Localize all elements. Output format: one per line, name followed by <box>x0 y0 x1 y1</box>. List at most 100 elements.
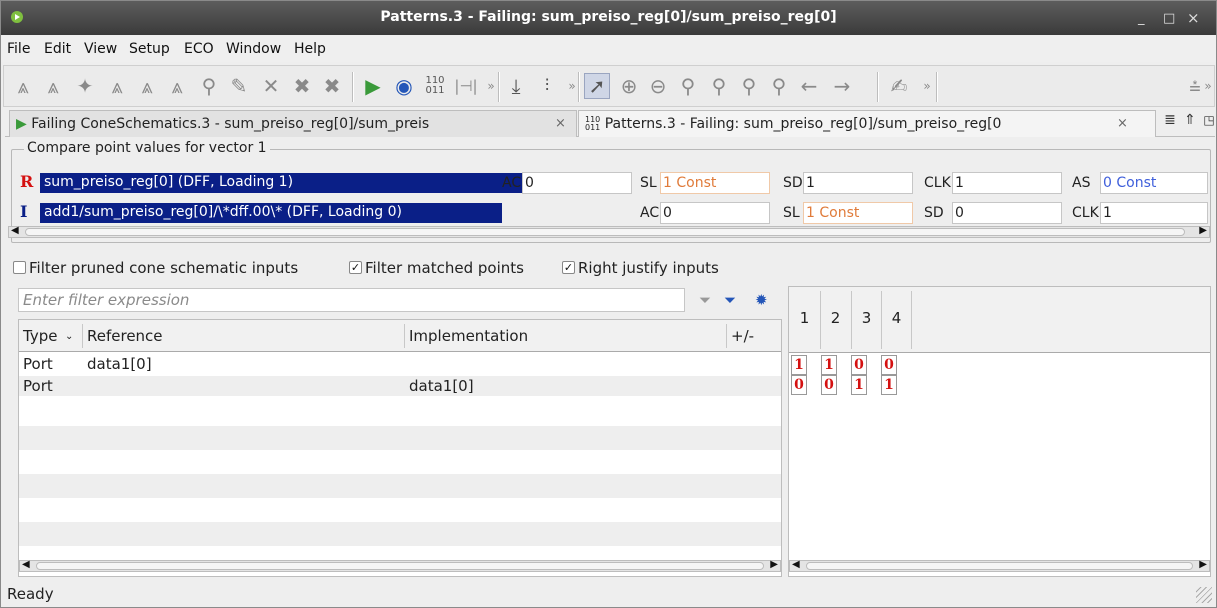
binoculars-icon[interactable]: ⚲ <box>196 73 222 99</box>
menu-view[interactable]: View <box>84 41 117 57</box>
vector-cell[interactable]: 1 <box>881 375 897 395</box>
vector-cell[interactable]: 1 <box>851 375 867 395</box>
implementation-badge: I <box>20 202 28 221</box>
table-scrollbar[interactable]: ◀ ▶ <box>19 559 781 572</box>
resize-grip-icon[interactable] <box>1196 587 1212 603</box>
pin-icon[interactable]: ✍ <box>886 73 912 99</box>
tab-bar: ▶ Failing ConeSchematics.3 - sum_preiso_… <box>5 109 1215 137</box>
zoom-in-icon[interactable]: ⊕ <box>616 73 642 99</box>
vector-column-2[interactable]: 2 <box>820 309 851 327</box>
run-icon[interactable]: ▶ <box>360 73 386 99</box>
right-justify-checkbox[interactable]: ✓ <box>562 261 575 274</box>
menu-bar: File Edit View Setup ECO Window Help <box>1 36 1216 62</box>
tab-label: Failing ConeSchematics.3 - sum_preiso_re… <box>31 116 430 132</box>
find-next-icon[interactable]: ⩓ <box>40 73 66 99</box>
menu-eco[interactable]: ECO <box>184 41 214 57</box>
back-icon[interactable]: ← <box>796 73 822 99</box>
filter-icon[interactable]: ⏷ <box>724 291 736 309</box>
column-plusminus[interactable]: +/- <box>731 327 754 345</box>
application-window: Patterns.3 - Failing: sum_preiso_reg[0]/… <box>0 0 1217 608</box>
zoom-icon[interactable]: ◉ <box>391 73 417 99</box>
clear-filter-icon[interactable]: ⏷ <box>699 291 711 309</box>
find-prev-icon[interactable]: ⩓ <box>104 73 130 99</box>
bracket-icon[interactable]: |⊣| <box>453 73 479 99</box>
implementation-signal[interactable]: add1/sum_preiso_reg[0]/\*dff.00\* (DFF, … <box>40 203 502 223</box>
vector-column-3[interactable]: 3 <box>851 309 882 327</box>
zoom-area-icon[interactable]: ⚲ <box>706 73 732 99</box>
more-icon[interactable]: » <box>478 73 504 99</box>
forward-icon[interactable]: → <box>829 73 855 99</box>
undock-icon[interactable]: ⇑ <box>1181 110 1199 130</box>
scroll-left-icon[interactable]: ◀ <box>792 559 800 570</box>
minimize-button[interactable]: _ <box>1138 11 1145 26</box>
filter-matched-checkbox[interactable]: ✓ <box>349 261 362 274</box>
impl-clk-label: CLK <box>1072 205 1099 221</box>
tab-failing-coneschematics[interactable]: ▶ Failing ConeSchematics.3 - sum_preiso_… <box>9 110 577 137</box>
filter-pruned-checkbox[interactable] <box>13 261 26 274</box>
scroll-right-icon[interactable]: ▶ <box>1199 225 1207 236</box>
vector-column-4[interactable]: 4 <box>881 309 912 327</box>
sort-icon[interactable]: ⤓ <box>503 73 529 99</box>
highlight-icon[interactable]: ✦ <box>72 73 98 99</box>
ref-sl-label: SL <box>640 175 657 191</box>
scroll-left-icon[interactable]: ◀ <box>22 559 30 570</box>
more-icon[interactable]: » <box>559 73 585 99</box>
binary-icon[interactable]: 110 011 <box>422 73 448 99</box>
vector-cell[interactable]: 1 <box>821 355 837 375</box>
menu-help[interactable]: Help <box>294 41 326 57</box>
chevron-down-icon[interactable]: ⌄ <box>65 331 73 342</box>
clear-icon[interactable]: ✖ <box>319 73 345 99</box>
reference-signal[interactable]: sum_preiso_reg[0] (DFF, Loading 1) <box>40 173 522 193</box>
column-separator <box>82 324 83 348</box>
column-reference[interactable]: Reference <box>87 327 163 345</box>
scroll-right-icon[interactable]: ▶ <box>1199 559 1207 570</box>
delete-icon[interactable]: ✖ <box>289 73 315 99</box>
float-icon[interactable]: ◳ <box>1200 110 1217 130</box>
menu-setup[interactable]: Setup <box>129 41 170 57</box>
menu-file[interactable]: File <box>7 41 30 57</box>
edit-icon[interactable]: ✎ <box>226 73 252 99</box>
scroll-right-icon[interactable]: ▶ <box>770 559 778 570</box>
vector-cell[interactable]: 0 <box>821 375 837 395</box>
zoom-next-icon[interactable]: ⚲ <box>766 73 792 99</box>
close-icon[interactable]: × <box>555 116 566 131</box>
list-icon[interactable]: ≣ <box>1161 110 1179 130</box>
table-row[interactable]: Port data1[0] <box>19 376 781 396</box>
close-window-button[interactable]: × <box>1187 9 1200 27</box>
menu-edit[interactable]: Edit <box>44 41 71 57</box>
vector-cell[interactable]: 0 <box>881 355 897 375</box>
window-title: Patterns.3 - Failing: sum_preiso_reg[0]/… <box>380 9 837 25</box>
vector-column-1[interactable]: 1 <box>789 309 820 327</box>
compare-legend: Compare point values for vector 1 <box>24 140 270 156</box>
find-all-icon[interactable]: ⩓ <box>134 73 160 99</box>
select-arrow-icon[interactable]: ➚ <box>584 73 610 99</box>
gear-icon[interactable]: ✹ <box>755 291 768 309</box>
table-row[interactable]: Port data1[0] <box>19 354 781 374</box>
scrollbar-thumb[interactable] <box>36 562 764 570</box>
find-match-icon[interactable]: ⩓ <box>164 73 190 99</box>
scrollbar-thumb[interactable] <box>806 562 1193 570</box>
column-type[interactable]: Type <box>23 327 57 345</box>
maximize-button[interactable]: □ <box>1163 11 1175 26</box>
vector-cell[interactable]: 0 <box>791 375 807 395</box>
tab-patterns[interactable]: 110 011 Patterns.3 - Failing: sum_preiso… <box>578 110 1156 137</box>
find-icon[interactable]: ⩓ <box>10 73 36 99</box>
scroll-left-icon[interactable]: ◀ <box>11 225 19 236</box>
vector-cell[interactable]: 0 <box>851 355 867 375</box>
reference-badge: R <box>20 172 34 191</box>
column-implementation[interactable]: Implementation <box>409 327 528 345</box>
vector-cell[interactable]: 1 <box>791 355 807 375</box>
filter-lines-icon[interactable]: ⫶ <box>534 73 560 99</box>
title-bar[interactable]: Patterns.3 - Failing: sum_preiso_reg[0]/… <box>1 1 1216 35</box>
zoom-fit-icon[interactable]: ⚲ <box>675 73 701 99</box>
zoom-prev-icon[interactable]: ⚲ <box>736 73 762 99</box>
menu-window[interactable]: Window <box>226 41 281 57</box>
compare-scrollbar[interactable]: ◀ ▶ <box>8 225 1210 238</box>
zoom-out-icon[interactable]: ⊖ <box>645 73 671 99</box>
filter-expression-input[interactable]: Enter filter expression <box>18 288 685 312</box>
scrollbar-thumb[interactable] <box>25 228 1185 236</box>
vector-scrollbar[interactable]: ◀ ▶ <box>789 559 1210 572</box>
cross-icon[interactable]: ✕ <box>258 73 284 99</box>
more-icon[interactable]: » <box>1202 73 1214 99</box>
close-icon[interactable]: × <box>1117 116 1128 131</box>
